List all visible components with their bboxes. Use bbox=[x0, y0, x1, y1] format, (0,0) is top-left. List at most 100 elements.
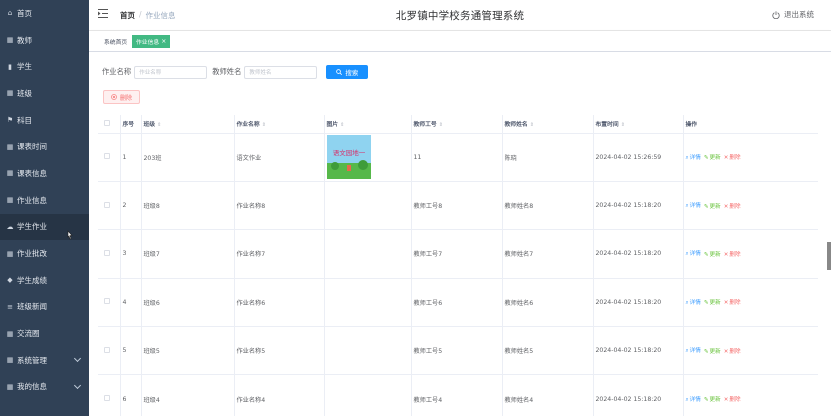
row-checkbox[interactable] bbox=[104, 395, 110, 402]
edit-button[interactable]: ✎更新 bbox=[704, 250, 721, 258]
cell-no: 4 bbox=[120, 278, 142, 328]
detail-button[interactable]: ⌕详情 bbox=[686, 153, 701, 162]
cell-class: 203班 bbox=[141, 133, 235, 182]
delete-button[interactable]: ✕删除 bbox=[724, 298, 741, 306]
row-checkbox[interactable] bbox=[104, 201, 110, 208]
select-all-cell bbox=[98, 115, 121, 134]
cell-assigned-time: 2024-04-02 15:18:20 bbox=[593, 374, 684, 416]
cell-teacher-id: 教师工号8 bbox=[411, 181, 503, 231]
sort-icon[interactable]: ⇕ bbox=[340, 122, 344, 128]
delete-button[interactable]: ✕删除 bbox=[724, 202, 741, 210]
detail-button[interactable]: ⌕详情 bbox=[686, 201, 701, 210]
sort-icon[interactable]: ⇕ bbox=[157, 122, 161, 128]
detail-button[interactable]: ⌕详情 bbox=[686, 249, 701, 258]
sidebar-item[interactable]: ◆ 学生成绩 bbox=[0, 267, 89, 294]
sidebar-item[interactable]: ▦ 作业信息 bbox=[0, 187, 89, 214]
tag-active-label: 作业信息 bbox=[136, 40, 160, 46]
sidebar-item[interactable]: ▦ 课表信息 bbox=[0, 160, 89, 187]
chevron-down-icon bbox=[73, 354, 82, 362]
edit-button[interactable]: ✎更新 bbox=[704, 347, 721, 355]
edit-button[interactable]: ✎更新 bbox=[704, 298, 721, 306]
logout-button[interactable]: 退出系统 bbox=[772, 9, 814, 20]
cell-no: 3 bbox=[120, 229, 142, 279]
sidebar-item-label: 交流圈 bbox=[17, 329, 40, 339]
sort-icon[interactable]: ⇕ bbox=[262, 122, 266, 128]
homework-thumbnail[interactable]: 语文园地一 bbox=[326, 135, 371, 180]
column-header[interactable]: 图片 ⇕ bbox=[324, 115, 412, 134]
sidebar-item[interactable]: ⌂ 首页 bbox=[0, 0, 89, 27]
cell-no: 2 bbox=[120, 181, 142, 231]
sidebar-item[interactable]: ☁ 学生作业 bbox=[0, 213, 89, 241]
sidebar-item[interactable]: ▦ 我的信息 bbox=[0, 374, 89, 401]
column-header: 操作 bbox=[683, 115, 818, 134]
sort-icon[interactable]: ⇕ bbox=[530, 122, 534, 128]
search-icon: ⌕ bbox=[685, 396, 689, 403]
column-header[interactable]: 布置时间 ⇕ bbox=[593, 115, 684, 134]
tag-home[interactable]: 系统首页 bbox=[100, 35, 132, 48]
row-checkbox[interactable] bbox=[104, 249, 110, 256]
breadcrumb: 首页 / 作业信息 bbox=[120, 10, 176, 21]
sidebar-item[interactable]: ▦ 交流圈 bbox=[0, 320, 89, 347]
edit-button[interactable]: ✎更新 bbox=[704, 153, 721, 161]
homework-table: 序号 班级 ⇕ 作业名称 ⇕ 图片 ⇕ 教师工号 ⇕ 教师姓名 ⇕ 布置时间 ⇕ 操作 1 203班 语文作业… bbox=[98, 115, 818, 416]
header: 首页 / 作业信息 北罗镇中学校务通管理系统 退出系统 bbox=[89, 0, 831, 31]
cell-actions: ⌕详情 ✎更新 ✕删除 bbox=[683, 229, 818, 279]
detail-button[interactable]: ⌕详情 bbox=[686, 395, 701, 404]
delete-button[interactable]: ✕删除 bbox=[724, 347, 741, 355]
cell-homework-name: 作业名称6 bbox=[234, 278, 325, 328]
sort-icon[interactable]: ⇕ bbox=[439, 122, 443, 128]
sidebar-item-label: 课表信息 bbox=[17, 168, 47, 178]
sidebar-item[interactable]: ▦ 班级 bbox=[0, 80, 89, 107]
edit-label: 更新 bbox=[709, 348, 721, 355]
delete-button[interactable]: ✕删除 bbox=[724, 153, 741, 161]
column-header[interactable]: 教师工号 ⇕ bbox=[411, 115, 503, 134]
column-header[interactable]: 作业名称 ⇕ bbox=[234, 115, 325, 134]
breadcrumb-separator: / bbox=[139, 10, 142, 19]
sidebar-item[interactable]: ▮ 学生 bbox=[0, 53, 89, 80]
detail-button[interactable]: ⌕详情 bbox=[686, 346, 701, 355]
batch-delete-button[interactable]: 删除 bbox=[103, 90, 140, 104]
close-icon: ✕ bbox=[723, 251, 729, 258]
cell-teacher-name: 教师姓名5 bbox=[502, 326, 594, 376]
cloud-icon: ☁ bbox=[6, 222, 14, 231]
row-select-cell bbox=[98, 181, 121, 231]
scrollbar-thumb[interactable] bbox=[827, 242, 831, 270]
sidebar-item-label: 课表时间 bbox=[17, 142, 47, 152]
column-header[interactable]: 教师姓名 ⇕ bbox=[502, 115, 594, 134]
delete-button[interactable]: ✕删除 bbox=[724, 250, 741, 258]
sidebar-item[interactable]: ▦ 系统管理 bbox=[0, 347, 89, 374]
select-all-checkbox[interactable] bbox=[104, 119, 110, 126]
breadcrumb-current: 作业信息 bbox=[145, 11, 176, 20]
menu-fold-icon[interactable] bbox=[98, 9, 108, 18]
teacher-name-input[interactable]: 教师姓名 bbox=[244, 65, 318, 79]
row-checkbox[interactable] bbox=[104, 298, 110, 305]
sort-icon[interactable]: ⇕ bbox=[621, 122, 625, 128]
close-icon[interactable]: × bbox=[161, 38, 166, 45]
circle-close-icon bbox=[111, 94, 117, 100]
row-checkbox[interactable] bbox=[104, 153, 110, 160]
detail-button[interactable]: ⌕详情 bbox=[686, 298, 701, 307]
edit-button[interactable]: ✎更新 bbox=[704, 202, 721, 210]
column-header[interactable]: 班级 ⇕ bbox=[141, 115, 235, 134]
sidebar-item[interactable]: ▦ 作业批改 bbox=[0, 240, 89, 267]
sidebar-item[interactable]: ▦ 教师 bbox=[0, 27, 89, 54]
sidebar-item[interactable]: ⚑ 科目 bbox=[0, 107, 89, 134]
row-checkbox[interactable] bbox=[104, 346, 110, 353]
table-row: 6 班级4 作业名称4 教师工号4 教师姓名4 2024-04-02 15:18:20 ⌕详… bbox=[98, 374, 818, 416]
detail-label: 详情 bbox=[689, 251, 701, 258]
grid-icon: ▦ bbox=[6, 249, 14, 258]
breadcrumb-home[interactable]: 首页 bbox=[120, 10, 135, 21]
homework-name-input[interactable]: 作业名称 bbox=[134, 65, 208, 79]
cell-class: 班级6 bbox=[141, 278, 235, 328]
search-button[interactable]: 搜索 bbox=[326, 65, 369, 79]
edit-button[interactable]: ✎更新 bbox=[704, 395, 721, 403]
edit-icon: ✎ bbox=[703, 155, 709, 162]
column-header[interactable]: 序号 bbox=[120, 115, 142, 134]
sidebar-item[interactable]: ▦ 课表时间 bbox=[0, 133, 89, 160]
sidebar-item[interactable]: ≡ 班级新闻 bbox=[0, 294, 89, 321]
tag-homework-info[interactable]: 作业信息 × bbox=[132, 35, 171, 48]
delete-button[interactable]: ✕删除 bbox=[724, 395, 741, 403]
edit-label: 更新 bbox=[709, 203, 721, 210]
flag-icon: ⚑ bbox=[6, 116, 14, 125]
table-header-row: 序号 班级 ⇕ 作业名称 ⇕ 图片 ⇕ 教师工号 ⇕ 教师姓名 ⇕ 布置时间 ⇕ 操作 bbox=[98, 115, 818, 134]
